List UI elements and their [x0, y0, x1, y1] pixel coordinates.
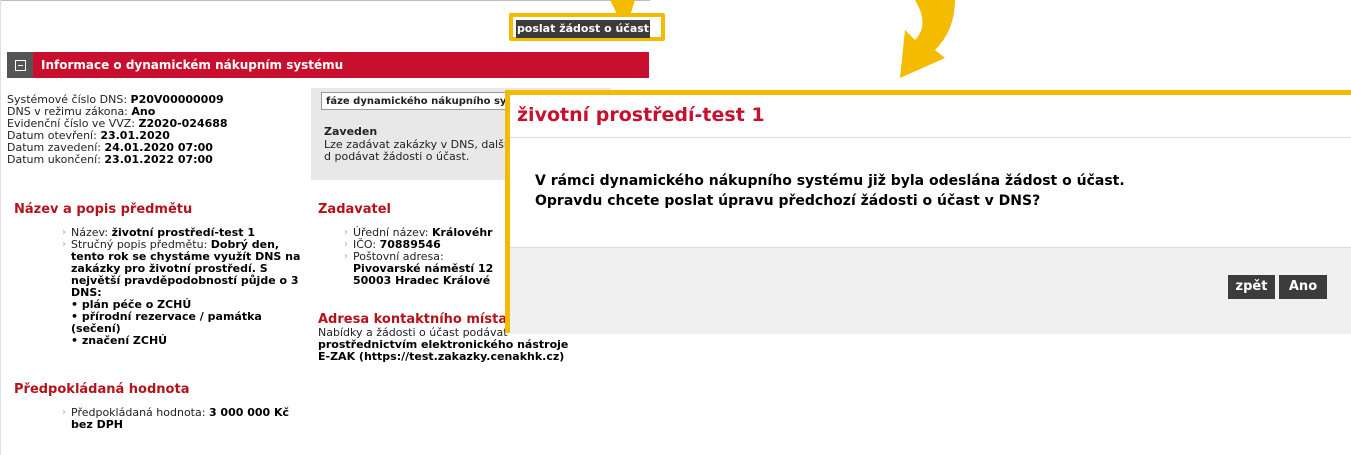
dialog-divider — [510, 137, 1351, 138]
confirm-dialog: životní prostředí-test 1 V rámci dynamic… — [505, 90, 1351, 334]
dns-info: Systémové číslo DNS: P20V00000009 DNS v … — [7, 94, 228, 166]
dialog-footer: zpět Ano — [510, 247, 1351, 334]
contact-line: E-ZAK (https://test.zakazky.cenakhk.cz) — [318, 350, 565, 363]
contracting-heading: Zadavatel — [318, 202, 392, 217]
dialog-message-line: Opravdu chcete poslat úpravu předchozí ž… — [535, 193, 1041, 209]
list-item: Předpokládaná hodnota: 3 000 000 Kč bez … — [62, 407, 302, 431]
subject-list: Název: životní prostředí-test 1 Stručný … — [62, 227, 302, 347]
top-divider — [0, 0, 650, 1]
phase-name: Zaveden — [324, 125, 378, 138]
list-item: Stručný popis předmětu: Dobrý den, tento… — [62, 239, 302, 299]
yes-button[interactable]: Ano — [1279, 275, 1327, 299]
contracting-list: Úřední název: Královéhr IČO: 70889546 Po… — [344, 227, 514, 287]
panel-header: Informace o dynamickém nákupním systému — [7, 52, 649, 78]
left-border — [0, 0, 1, 455]
dialog-title: životní prostředí-test 1 — [517, 104, 765, 126]
dialog-message: V rámci dynamického nákupního systému ji… — [535, 171, 1125, 211]
back-button[interactable]: zpět — [1228, 275, 1275, 299]
send-participation-request-button[interactable]: poslat žádost o účast — [516, 20, 650, 38]
dialog-message-line: V rámci dynamického nákupního systému ji… — [535, 173, 1125, 189]
phase-select[interactable]: fáze dynamického nákupního sy — [321, 92, 536, 110]
info-line: Datum ukončení: 23.01.2022 07:00 — [7, 153, 213, 166]
contact-heading: Adresa kontaktního místa — [318, 312, 508, 327]
subject-heading: Název a popis předmětu — [14, 202, 193, 217]
phase-description: Lze zadávat zakázky v DNS, další d podáv… — [324, 138, 507, 163]
estimate-heading: Předpokládaná hodnota — [14, 382, 190, 397]
list-item: Poštovní adresa: — [344, 251, 514, 264]
panel-title: Informace o dynamickém nákupním systému — [41, 58, 344, 72]
estimate-list: Předpokládaná hodnota: 3 000 000 Kč bez … — [62, 407, 302, 431]
collapse-icon[interactable] — [7, 52, 33, 78]
subject-items: • plán péče o ZCHÚ • přírodní rezervace … — [71, 298, 262, 347]
address-lines: Pivovarské náměstí 12 50003 Hradec Králo… — [353, 262, 494, 287]
